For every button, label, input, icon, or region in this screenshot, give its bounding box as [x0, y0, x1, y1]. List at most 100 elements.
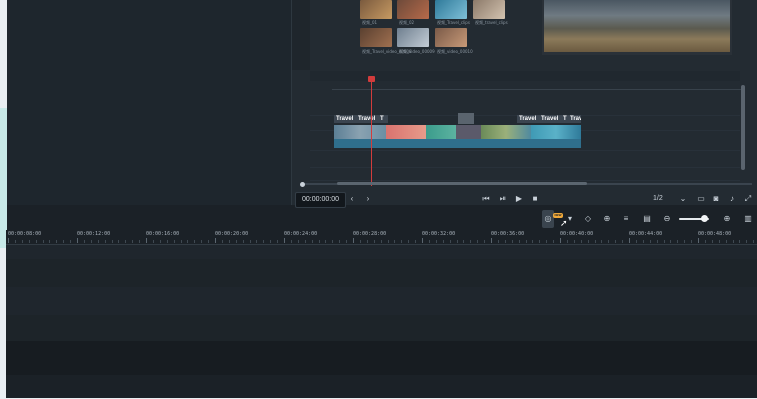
ruler-minor-tick — [649, 240, 651, 243]
monitor-icon[interactable]: ▭ — [696, 190, 706, 208]
ruler-minor-tick — [290, 240, 292, 243]
title-clip[interactable]: Travel — [539, 115, 561, 123]
media-thumbnail[interactable] — [397, 0, 429, 19]
ruler-major-tick — [146, 238, 147, 243]
play-icon[interactable]: ▶ — [514, 190, 524, 208]
ruler-tick-label: 00:00:32:00 — [422, 231, 456, 237]
ruler-minor-tick — [311, 240, 313, 243]
chevron-down-icon[interactable]: ⌄ — [678, 190, 688, 208]
preview-image — [544, 0, 730, 52]
main-timeline-ruler[interactable]: 00:00:08:00 00:00:12:00 00:00:16:00 00:0… — [6, 230, 757, 245]
ruler-minor-tick — [677, 240, 679, 243]
ruler-minor-tick — [235, 240, 237, 243]
embedded-timeline-ruler — [332, 81, 742, 90]
snapshot-icon[interactable]: ◙ — [711, 190, 721, 208]
player-controls: 00:00:00:00 ‹ › ⏮ ⏯ ▶ ■ 1/2 ⌄ ▭ ◙ ♪ ⤢ — [291, 190, 757, 208]
title-clip[interactable]: Trav — [568, 115, 581, 123]
zoom-out-icon[interactable]: ⊖ — [661, 210, 673, 228]
media-thumbnail[interactable] — [435, 0, 467, 19]
zoom-in-icon[interactable]: ⊕ — [721, 210, 733, 228]
ruler-minor-tick — [684, 240, 686, 243]
ruler-minor-tick — [139, 240, 141, 243]
ruler-minor-tick — [221, 240, 223, 243]
title-clip[interactable]: Travel — [356, 115, 378, 123]
playhead[interactable] — [371, 78, 372, 186]
ruler-tick-label: 00:00:20:00 — [215, 231, 249, 237]
ruler-tick-label: 00:00:24:00 — [284, 231, 318, 237]
chevron-left-icon[interactable]: ‹ — [347, 190, 357, 208]
ruler-major-tick — [560, 238, 561, 243]
ruler-minor-tick — [56, 240, 58, 243]
ruler-minor-tick — [14, 240, 16, 243]
page-indicator: 1/2 — [653, 195, 663, 202]
ruler-minor-tick — [401, 240, 403, 243]
media-thumbnail[interactable] — [435, 28, 467, 47]
caption-icon[interactable]: ▤ — [641, 210, 653, 228]
ruler-minor-tick — [249, 240, 251, 243]
media-label: 视频_02 — [399, 20, 415, 25]
ruler-major-tick — [215, 238, 216, 243]
ruler-minor-tick — [173, 240, 175, 243]
volume-icon[interactable]: ♪ — [727, 190, 737, 208]
ruler-minor-tick — [297, 240, 299, 243]
ruler-minor-tick — [546, 240, 548, 243]
title-clip[interactable]: Travel — [517, 115, 539, 123]
timeline-track[interactable] — [6, 315, 757, 342]
ruler-major-tick — [284, 238, 285, 243]
play-frame-icon[interactable]: ⏯ — [498, 190, 508, 208]
ruler-minor-tick — [166, 240, 168, 243]
title-clip[interactable]: T — [561, 115, 568, 123]
timeline-track[interactable] — [6, 341, 757, 376]
title-clip[interactable]: Travel — [334, 115, 356, 123]
stop-icon[interactable]: ■ — [530, 190, 540, 208]
timeline-track[interactable] — [6, 259, 757, 288]
embedded-editor-view: 视频_01 视频_02 视频_Travel_clips 视频_travel_cl… — [291, 0, 757, 205]
step-back-icon[interactable]: ⏮ — [481, 190, 491, 208]
ai-mark-icon[interactable]: ◎ — [542, 210, 554, 228]
mouse-cursor-icon: ➚ — [560, 218, 568, 228]
ruler-major-tick — [422, 238, 423, 243]
ruler-minor-tick — [608, 240, 610, 243]
ruler-minor-tick — [601, 240, 603, 243]
ruler-minor-tick — [90, 240, 92, 243]
panel-icon[interactable]: ▥ — [742, 210, 754, 228]
scroll-start-handle[interactable] — [300, 182, 305, 187]
ruler-minor-tick — [622, 240, 624, 243]
media-thumbnail[interactable] — [397, 28, 429, 47]
ruler-minor-tick — [332, 240, 334, 243]
ruler-minor-tick — [553, 240, 555, 243]
ruler-tick-label: 00:00:16:00 — [146, 231, 180, 237]
keyframe-icon[interactable]: ≡ — [620, 210, 632, 228]
timeline-track[interactable] — [6, 375, 757, 399]
ruler-minor-tick — [670, 240, 672, 243]
ruler-minor-tick — [691, 240, 693, 243]
title-clip[interactable]: T — [378, 115, 388, 123]
ripple-icon[interactable]: ⊕ — [601, 210, 613, 228]
ruler-major-tick — [353, 238, 354, 243]
media-label: 视频_video_00010 — [437, 49, 473, 54]
ruler-minor-tick — [277, 240, 279, 243]
media-thumbnail[interactable] — [360, 0, 392, 19]
zoom-slider-handle[interactable] — [701, 215, 708, 222]
ruler-minor-tick — [656, 240, 658, 243]
ruler-tick-label: 00:00:36:00 — [491, 231, 525, 237]
ruler-minor-tick — [718, 240, 720, 243]
title-clip[interactable] — [458, 113, 474, 124]
marker-icon[interactable]: ◇ — [582, 210, 594, 228]
current-timecode[interactable]: 00:00:00:00 — [295, 192, 346, 208]
ruler-minor-tick — [525, 240, 527, 243]
media-thumbnail[interactable] — [360, 28, 392, 47]
chevron-right-icon[interactable]: › — [363, 190, 373, 208]
ruler-minor-tick — [663, 240, 665, 243]
fullscreen-icon[interactable]: ⤢ — [743, 190, 753, 208]
timeline-track[interactable] — [6, 245, 757, 260]
ruler-minor-tick — [732, 240, 734, 243]
media-thumbnail[interactable] — [473, 0, 505, 19]
horizontal-scrollbar[interactable] — [337, 182, 587, 185]
vertical-scrollbar[interactable] — [741, 85, 745, 170]
ruler-minor-tick — [394, 240, 396, 243]
ruler-minor-tick — [518, 240, 520, 243]
timeline-track[interactable] — [6, 287, 757, 316]
ruler-tick-label: 00:00:12:00 — [77, 231, 111, 237]
ruler-minor-tick — [504, 240, 506, 243]
